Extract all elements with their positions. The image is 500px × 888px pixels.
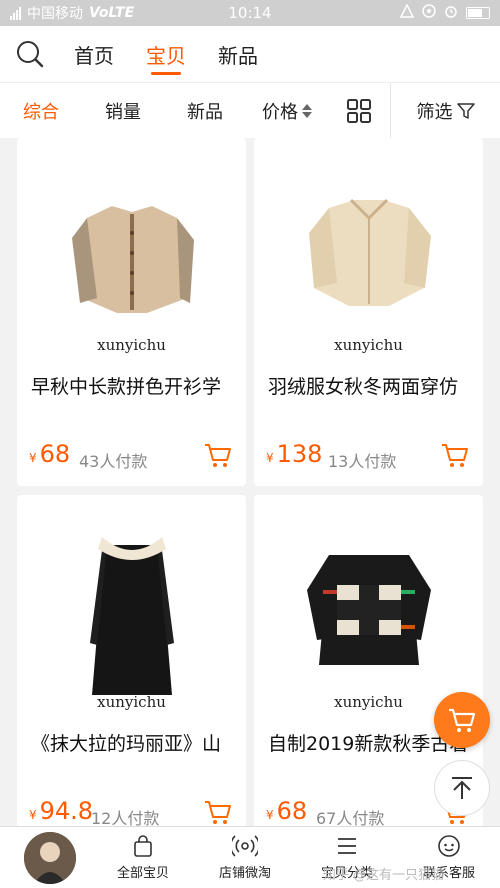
product-title: 《抹大拉的玛丽亚》山 [31,733,222,755]
cart-icon [205,801,231,824]
product-image [17,495,246,725]
sort-price[interactable]: 价格 [246,98,328,124]
product-brand: xunyichu [334,336,403,354]
shop-avatar[interactable] [24,831,76,884]
filter-icon [456,102,475,119]
product-title: 羽绒服女秋冬两面穿仿 [268,376,459,398]
add-to-cart-button[interactable] [204,799,232,826]
battery-icon [466,7,490,19]
product-price: ¥ 94.8 [29,797,93,825]
shop-feed-button[interactable]: 店铺微淘 [194,834,296,881]
floating-cart-button[interactable] [434,692,490,748]
all-products-button[interactable]: 全部宝贝 [92,834,194,881]
sort-arrows-icon [302,103,312,118]
chat-face-icon [438,835,460,857]
shopping-bag-icon [134,835,152,857]
grid-view-icon [347,98,371,123]
sort-new[interactable]: 新品 [164,98,246,124]
filter-label: 筛选 [416,101,453,123]
arrow-up-icon [452,777,472,799]
product-card[interactable]: xunyichu 《抹大拉的玛丽亚》山 ¥ 94.8 12人付款 [17,495,246,826]
currency-symbol: ¥ [266,451,274,465]
currency-symbol: ¥ [29,451,37,465]
price-value: 94.8 [39,797,94,825]
tab-products[interactable]: 宝贝 [146,32,186,77]
bottom-label: 全部宝贝 [116,866,169,881]
product-title: 早秋中长款拼色开衫学 [31,376,222,398]
tab-new[interactable]: 新品 [218,32,258,77]
sort-overall[interactable]: 综合 [0,98,82,124]
sort-sales[interactable]: 销量 [82,98,164,124]
search-icon [17,41,44,68]
product-card[interactable]: xunyichu 早秋中长款拼色开衫学 ¥ 68 43人付款 [17,138,246,486]
product-price: ¥ 68 [266,797,307,825]
price-value: 68 [39,440,71,468]
clock: 10:14 [228,4,272,22]
cart-icon [205,444,231,467]
sort-price-label: 价格 [262,101,298,123]
product-image [254,495,483,725]
search-button[interactable] [0,26,60,82]
product-price: ¥ 68 [29,440,70,468]
sold-count: 67人付款 [316,809,385,826]
add-to-cart-button[interactable] [441,442,469,472]
sold-count: 43人付款 [79,452,148,471]
product-image [17,138,246,368]
cart-icon [449,708,476,732]
bottom-label: 店铺微淘 [218,866,271,881]
product-price: ¥ 138 [266,440,322,468]
list-icon [338,838,356,854]
filter-button[interactable]: 筛选 [391,98,500,124]
status-bar: 中国移动 VoLTE 10:14 [0,0,500,26]
product-grid: xunyichu 早秋中长款拼色开衫学 ¥ 68 43人付款 xunyichu … [0,138,500,826]
grid-toggle-button[interactable] [328,98,390,124]
back-to-top-button[interactable] [434,760,490,816]
tab-home[interactable]: 首页 [74,32,114,77]
watermark: 知乎 @这有一只猫猫 [322,868,444,883]
sold-count: 13人付款 [328,452,397,471]
product-brand: xunyichu [97,693,166,711]
currency-symbol: ¥ [29,808,37,822]
shop-tab-bar: 首页 宝贝 新品 [0,26,500,82]
product-brand: xunyichu [97,336,166,354]
broadcast-icon [232,835,258,857]
product-image [254,138,483,368]
sort-bar: 综合 销量 新品 价格 筛选 [0,82,500,139]
price-value: 68 [276,797,308,825]
sold-count: 12人付款 [91,809,160,826]
currency-symbol: ¥ [266,808,274,822]
cart-icon [442,444,468,467]
add-to-cart-button[interactable] [204,442,232,472]
product-card[interactable]: xunyichu 羽绒服女秋冬两面穿仿 ¥ 138 13人付款 [254,138,483,486]
price-value: 138 [276,440,323,468]
